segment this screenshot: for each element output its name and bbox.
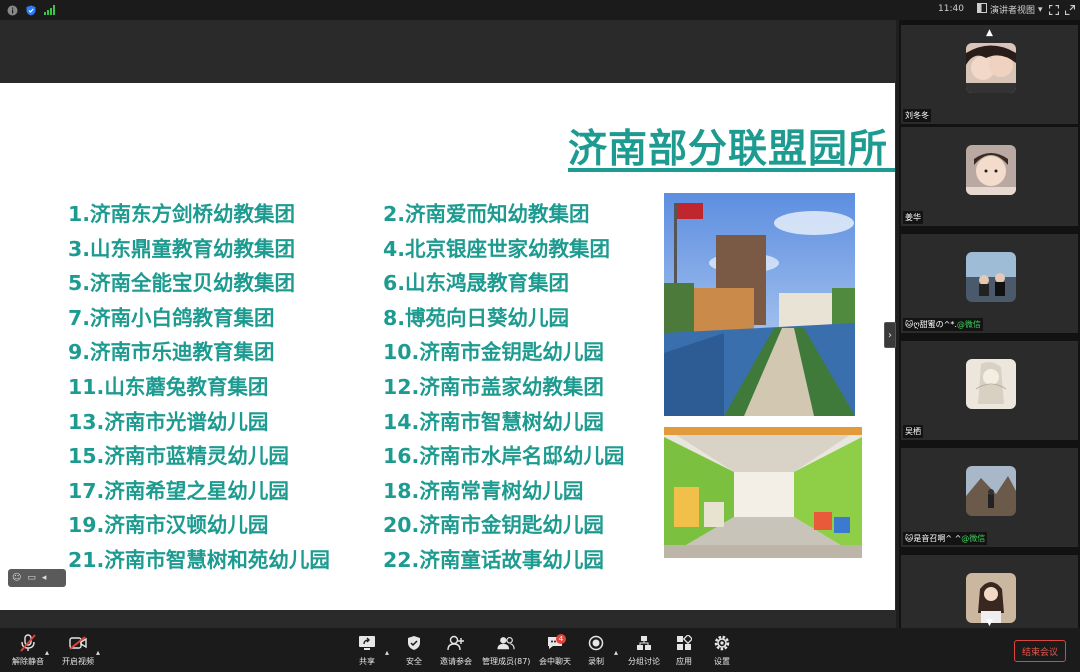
share-options-caret[interactable]: ▴ xyxy=(385,648,389,657)
signal-icon[interactable] xyxy=(43,4,55,16)
school-list-item: 9.济南市乐迪教育集团 xyxy=(68,340,275,365)
scroll-up-icon[interactable]: ▲ xyxy=(986,28,998,38)
participant-name: 姜华 xyxy=(903,211,923,224)
school-interior-photo xyxy=(664,427,862,558)
audio-options-caret[interactable]: ▴ xyxy=(45,648,49,657)
chevron-left-icon[interactable]: ◂ xyxy=(42,573,47,583)
school-list-item: 8.博苑向日葵幼儿园 xyxy=(383,305,570,330)
info-icon[interactable] xyxy=(6,4,18,16)
mic-muted-icon xyxy=(19,634,37,652)
chevron-down-icon: ▾ xyxy=(1038,4,1043,15)
school-list-item: 17.济南希望之星幼儿园 xyxy=(68,478,289,503)
participant-tile[interactable]: 🐱是音召啊^ ^@微信 xyxy=(901,448,1078,547)
avatar xyxy=(966,145,1016,195)
title-bar: 11:40 演讲者视图 ▾ xyxy=(0,0,1080,20)
chat-button[interactable]: 会中聊天 xyxy=(539,634,571,667)
school-list-item: 22.济南童话故事幼儿园 xyxy=(383,548,604,572)
clock-text: 11:40 xyxy=(938,4,964,14)
slide-title: 济南部分联盟园所 xyxy=(568,127,889,172)
security-button[interactable]: 安全 xyxy=(405,634,423,667)
chevron-right-icon: › xyxy=(888,329,892,341)
shield-icon[interactable] xyxy=(25,4,37,16)
view-grid-icon xyxy=(977,3,987,16)
speaker-view-label: 演讲者视图 xyxy=(990,6,1036,16)
share-screen-icon xyxy=(358,634,376,652)
camera-off-icon xyxy=(69,634,87,652)
add-user-icon xyxy=(447,634,465,652)
shared-screen-area: 济南部分联盟园所 1.济南东方剑桥幼教集团 3.山东鼎童教育幼教集团 5.济南全能宝… xyxy=(0,20,896,628)
school-list-item: 2.济南爱而知幼教集团 xyxy=(383,202,590,226)
users-icon xyxy=(497,634,515,652)
school-list-item: 21.济南市智慧树和苑幼儿园 xyxy=(68,548,330,572)
gear-icon xyxy=(713,634,731,652)
meeting-window: 11:40 演讲者视图 ▾ 济南部分联盟园所 1.济南东方剑桥幼教集团 3.山东鼎… xyxy=(0,0,1080,672)
record-button[interactable]: 录制 xyxy=(587,634,605,667)
participant-tile[interactable]: 吴栖 xyxy=(901,341,1078,440)
participant-gallery: 刘冬冬 姜华 🐱ღ甜蜜の^*.@微信 吴栖 🐱是音召啊^ ^@微信 xyxy=(899,20,1080,628)
annotation-mini-toolbar[interactable]: ☺ ▭ ◂ xyxy=(8,569,66,587)
school-list-item: 3.山东鼎童教育幼教集团 xyxy=(68,236,296,261)
school-list-item: 18.济南常青树幼儿园 xyxy=(383,478,584,503)
participant-name: 🐱ღ甜蜜の^*.@微信 xyxy=(903,318,983,331)
start-video-button[interactable]: 开启视频 xyxy=(62,634,94,667)
scroll-down-icon[interactable]: ▼ xyxy=(986,618,998,628)
school-list-item: 19.济南市汉顿幼儿园 xyxy=(68,513,269,538)
record-icon xyxy=(587,634,605,652)
school-list-item: 20.济南市金钥匙幼儿园 xyxy=(383,513,604,538)
avatar xyxy=(966,359,1016,409)
school-list-item: 4.北京银座世家幼教集团 xyxy=(383,236,611,261)
school-list-item: 15.济南市蓝精灵幼儿园 xyxy=(68,444,289,469)
avatar xyxy=(966,43,1016,93)
shield-check-icon xyxy=(405,634,423,652)
school-list-item: 5.济南全能宝贝幼教集团 xyxy=(68,271,296,296)
breakout-rooms-button[interactable]: 分组讨论 xyxy=(628,634,660,667)
school-list-item: 6.山东鸿晟教育集团 xyxy=(383,271,570,296)
window-expand-icon[interactable] xyxy=(1064,4,1076,16)
participant-name: 刘冬冬 xyxy=(903,109,931,122)
school-list-item: 1.济南东方剑桥幼教集团 xyxy=(68,202,296,226)
share-screen-button[interactable]: 共享 xyxy=(358,634,376,667)
keyboard-icon[interactable]: ▭ xyxy=(27,573,36,583)
school-list-item: 16.济南市水岸名邸幼儿园 xyxy=(383,444,625,469)
presentation-slide: 济南部分联盟园所 1.济南东方剑桥幼教集团 3.山东鼎童教育幼教集团 5.济南全能宝… xyxy=(0,83,895,610)
speaker-view-button[interactable]: 演讲者视图 ▾ xyxy=(977,3,1043,16)
participant-tile[interactable]: 刘冬冬 xyxy=(901,25,1078,124)
apps-button[interactable]: 应用 xyxy=(675,634,693,667)
participant-name: 🐱是音召啊^ ^@微信 xyxy=(903,532,988,545)
title-underline xyxy=(568,168,895,172)
video-options-caret[interactable]: ▴ xyxy=(96,648,100,657)
participant-tile[interactable]: 姜华 xyxy=(901,127,1078,226)
record-options-caret[interactable]: ▴ xyxy=(614,648,618,657)
apps-icon xyxy=(675,634,693,652)
participant-tile[interactable]: 🐱ღ甜蜜の^*.@微信 xyxy=(901,234,1078,333)
smile-icon[interactable]: ☺ xyxy=(12,573,21,583)
school-list-item: 7.济南小白鸽教育集团 xyxy=(68,305,275,330)
school-list-item: 13.济南市光谱幼儿园 xyxy=(68,409,269,434)
avatar xyxy=(966,466,1016,516)
school-list-item: 11.山东蘑兔教育集团 xyxy=(68,375,269,399)
invite-button[interactable]: 邀请参会 xyxy=(440,634,472,667)
avatar xyxy=(966,252,1016,302)
breakout-icon xyxy=(635,634,653,652)
meeting-toolbar: 解除静音 ▴ 开启视频 ▴ 共享 ▴ 安全 邀请参会 管理成员(87) 会中聊天… xyxy=(0,628,1080,672)
end-meeting-button[interactable]: 结束会议 xyxy=(1014,640,1066,662)
unread-badge: 4 xyxy=(556,634,566,644)
school-list-item: 12.济南市盖家幼教集团 xyxy=(383,375,604,399)
participant-name: 吴栖 xyxy=(903,425,923,438)
unmute-button[interactable]: 解除静音 xyxy=(12,634,44,667)
school-list-item: 10.济南市金钥匙幼儿园 xyxy=(383,340,604,365)
school-exterior-photo xyxy=(664,193,855,416)
panel-collapse-handle[interactable]: › xyxy=(884,322,896,348)
avatar xyxy=(966,573,1016,623)
manage-members-button[interactable]: 管理成员(87) xyxy=(482,634,530,667)
fullscreen-icon[interactable] xyxy=(1048,4,1060,16)
settings-button[interactable]: 设置 xyxy=(713,634,731,667)
school-list-item: 14.济南市智慧树幼儿园 xyxy=(383,409,604,434)
